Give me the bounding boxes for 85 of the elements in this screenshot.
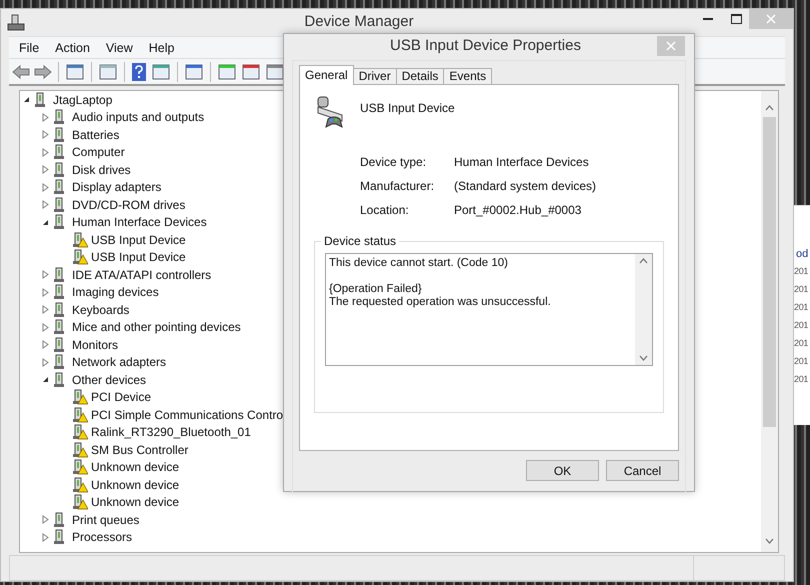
menu-item[interactable]: View: [98, 40, 141, 54]
close-icon: [766, 14, 776, 24]
tree-item[interactable]: USB Input Device: [91, 250, 186, 264]
status-text-box[interactable]: This device cannot start. (Code 10) {Operation Failed} The requested operation was unsuccessful.: [325, 253, 653, 366]
table-cell-text: 201: [794, 266, 810, 278]
property-label: Device type:: [360, 155, 428, 169]
tab[interactable]: General: [299, 65, 354, 85]
tree-item[interactable]: Computer: [72, 145, 125, 160]
property-value: (Standard system devices): [454, 179, 598, 193]
back-arrow-icon[interactable]: [12, 64, 30, 80]
table-cell-text: 201: [794, 320, 810, 332]
tree-item[interactable]: Other devices: [72, 372, 146, 387]
status-text: The requested operation was unsuccessful.: [329, 296, 552, 309]
tree-item[interactable]: IDE ATA/ATAPI controllers: [72, 268, 212, 282]
tree-item[interactable]: Unknown device: [91, 478, 180, 492]
tree-item[interactable]: Unknown device: [91, 495, 180, 510]
tree-item[interactable]: Ralink_RT3290_Bluetooth_01: [91, 425, 251, 440]
cancel-button[interactable]: Cancel: [606, 460, 679, 481]
status-text: This device cannot start. (Code 10): [329, 257, 509, 270]
tab[interactable]: Details: [396, 68, 444, 85]
dialog-title: USB Input Device Properties: [389, 36, 582, 54]
update-driver-icon[interactable]: [217, 62, 237, 82]
menu-item[interactable]: File: [11, 40, 48, 54]
tree-item[interactable]: Keyboards: [72, 302, 130, 317]
property-label: Location:: [360, 203, 410, 217]
tab[interactable]: Driver: [352, 68, 397, 85]
status-text: {Operation Failed}: [329, 283, 423, 296]
tab[interactable]: Events: [443, 68, 492, 85]
table-cell-text: 201: [794, 374, 810, 386]
warning-device-icon: [72, 442, 88, 458]
warning-device-icon: [72, 249, 88, 266]
maximize-icon: [730, 14, 742, 24]
minimize-icon: [703, 18, 713, 20]
property-value: Human Interface Devices: [454, 155, 590, 169]
tree-item[interactable]: Processors: [72, 530, 132, 544]
menu-item[interactable]: Help: [140, 40, 182, 54]
tree-item[interactable]: Audio inputs and outputs: [72, 110, 204, 124]
table-cell-text: 201: [794, 302, 810, 314]
action-pane-icon[interactable]: [151, 62, 171, 82]
properties-icon[interactable]: [98, 62, 118, 82]
forward-arrow-icon[interactable]: [34, 64, 52, 80]
tree-item[interactable]: Mice and other pointing devices: [72, 320, 241, 334]
table-cell-text: 201: [794, 338, 810, 350]
group-title: Device status: [321, 234, 400, 248]
tree-item[interactable]: DVD/CD-ROM drives: [72, 198, 186, 212]
tree-item[interactable]: JtagLaptop: [53, 92, 112, 107]
vertical-scrollbar[interactable]: [761, 91, 778, 552]
warning-device-icon: [72, 406, 88, 423]
tree-item[interactable]: Batteries: [72, 128, 120, 142]
column-header: od: [795, 248, 810, 262]
warning-device-icon: [72, 232, 88, 248]
tree-item[interactable]: Monitors: [72, 338, 118, 352]
warning-device-icon: [72, 424, 88, 440]
tree-item[interactable]: SM Bus Controller: [91, 442, 188, 457]
tree-item[interactable]: USB Input Device: [91, 232, 186, 247]
device-name: USB Input Device: [360, 101, 455, 115]
computer-icon: [7, 14, 25, 32]
tree-item[interactable]: Imaging devices: [72, 285, 159, 300]
warning-device-icon: [72, 494, 88, 510]
caret-icon[interactable]: [22, 95, 31, 104]
vertical-scrollbar[interactable]: [635, 254, 652, 365]
table-cell-text: 201: [794, 284, 810, 296]
uninstall-device-icon[interactable]: [241, 62, 261, 82]
tree-item[interactable]: Unknown device: [91, 460, 180, 474]
window-title: Device Manager: [303, 12, 415, 30]
close-icon: [666, 41, 676, 51]
tree-item[interactable]: Disk drives: [72, 162, 131, 177]
console-tree-icon[interactable]: [65, 62, 85, 82]
ok-button[interactable]: OK: [526, 460, 599, 481]
tree-item[interactable]: Print queues: [72, 512, 140, 527]
property-label: Manufacturer:: [360, 179, 436, 193]
disable-device-icon[interactable]: [265, 62, 285, 82]
warning-device-icon: [72, 476, 88, 493]
tree-item[interactable]: Network adapters: [72, 355, 166, 370]
tree-item[interactable]: Human Interface Devices: [72, 215, 207, 230]
tree-item[interactable]: PCI Simple Communications Contro: [91, 408, 284, 422]
menu-item[interactable]: Action: [47, 40, 98, 54]
warning-device-icon: [72, 459, 88, 476]
table-cell-text: 201: [794, 356, 810, 368]
warning-device-icon: [72, 389, 88, 406]
property-value: Port_#0002.Hub_#0003: [454, 203, 582, 217]
scan-hardware-icon[interactable]: [184, 62, 204, 82]
tree-item[interactable]: Display adapters: [72, 180, 162, 194]
help-icon[interactable]: [131, 62, 147, 82]
tree-item[interactable]: PCI Device: [91, 390, 152, 404]
